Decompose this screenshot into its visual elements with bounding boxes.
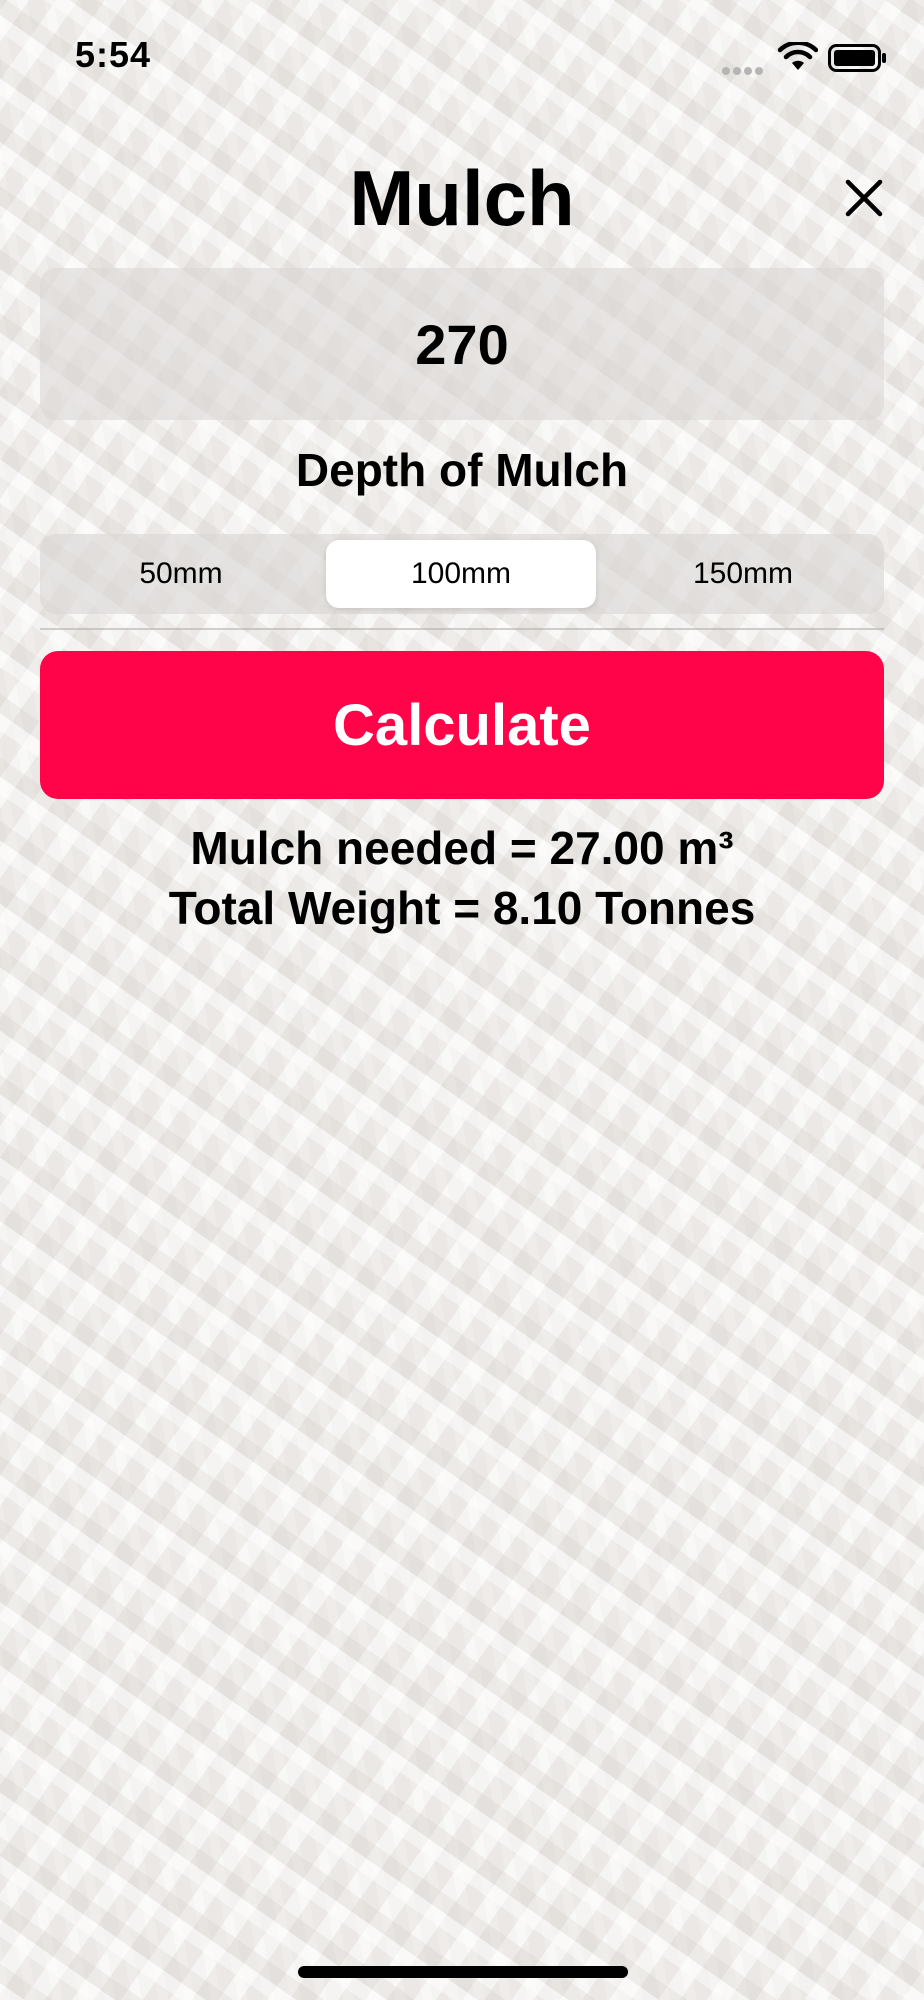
close-icon (845, 179, 883, 217)
segment-150mm[interactable]: 150mm (608, 540, 878, 608)
status-bar: 5:54 (0, 0, 924, 110)
page-title: Mulch (349, 154, 575, 242)
home-indicator[interactable] (298, 1966, 628, 1978)
wifi-icon (778, 42, 818, 70)
status-time: 5:54 (75, 34, 152, 75)
signal-icon (722, 62, 766, 80)
depth-segmented-control[interactable]: 50mm 100mm 150mm (40, 534, 884, 614)
result-weight: Total Weight = 8.10 Tonnes (168, 882, 756, 934)
amount-input[interactable]: 270 (40, 268, 884, 420)
calculate-button[interactable]: Calculate (40, 651, 884, 799)
close-button[interactable] (838, 172, 890, 224)
segment-100mm[interactable]: 100mm (326, 540, 596, 608)
depth-label: Depth of Mulch (295, 444, 629, 496)
result-volume: Mulch needed = 27.00 m³ (190, 822, 734, 874)
divider (40, 628, 884, 630)
segment-50mm[interactable]: 50mm (46, 540, 316, 608)
battery-icon (828, 44, 886, 72)
